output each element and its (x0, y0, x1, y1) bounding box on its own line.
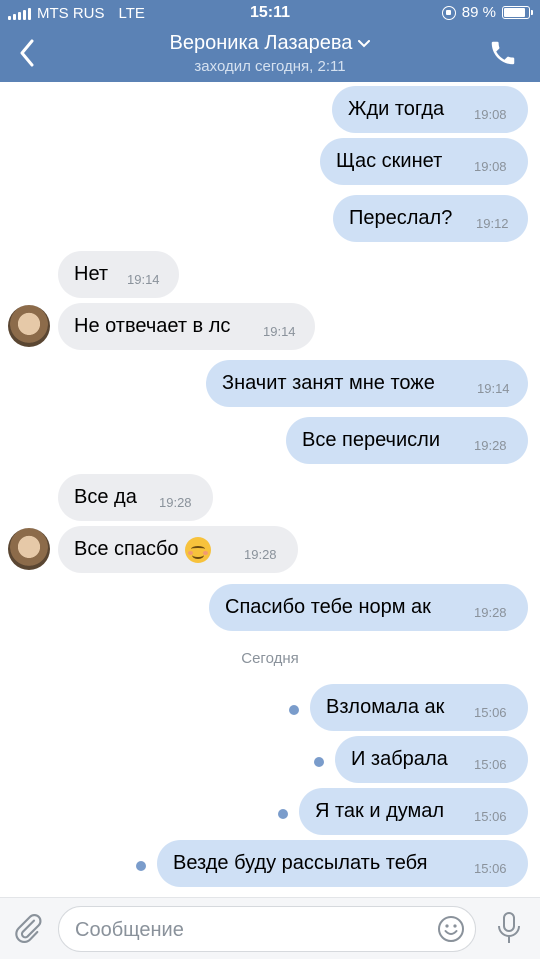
microphone-icon (498, 912, 520, 943)
unread-indicator (289, 705, 299, 715)
message-text: Везде буду рассылать тебя (173, 852, 428, 874)
message-bubble-outgoing[interactable]: Везде буду рассылать тебя 15:06 (157, 840, 528, 887)
message-time: 15:06 (474, 757, 507, 772)
message-text: Все спасбо (74, 538, 179, 560)
message-text: Переслал? (349, 207, 453, 229)
message-time: 19:12 (476, 216, 509, 231)
message-text: Жди тогда (348, 98, 445, 120)
message-text: Значит занят мне тоже (222, 372, 435, 394)
chat-title[interactable]: Вероника Лазарева заходил сегодня, 2:11 (90, 32, 450, 75)
message-text: Нет (74, 263, 109, 285)
attach-button[interactable] (12, 912, 44, 944)
message-time: 19:28 (474, 438, 507, 453)
message-bubble-outgoing[interactable]: Щас скинет 19:08 (320, 138, 528, 185)
phone-icon (491, 41, 515, 65)
message-time: 19:28 (474, 605, 507, 620)
unread-indicator (278, 809, 288, 819)
message-time: 19:28 (159, 495, 192, 510)
message-text: Взломала ак (326, 696, 445, 718)
message-input[interactable]: Сообщение (58, 906, 476, 952)
contact-name: Вероника Лазарева (169, 32, 353, 54)
message-time: 19:14 (263, 324, 296, 339)
message-time: 19:28 (244, 547, 277, 562)
back-button[interactable] (12, 36, 42, 70)
message-time: 19:08 (474, 159, 507, 174)
message-bubble-outgoing[interactable]: Я так и думал 15:06 (299, 788, 528, 835)
composer-bar: Сообщение (0, 897, 540, 959)
unread-indicator (314, 757, 324, 767)
smiling-face-emoji (184, 536, 211, 563)
message-bubble-incoming[interactable]: Все спасбо 19:28 (58, 526, 298, 573)
message-time: 15:06 (474, 809, 507, 824)
message-bubble-incoming[interactable]: Не отвечает в лс 19:14 (58, 303, 315, 350)
status-right: 89 % (441, 4, 533, 21)
message-text: Щас скинет (336, 150, 443, 172)
message-bubble-outgoing[interactable]: Переслал? 19:12 (333, 195, 528, 242)
message-text: Все да (74, 486, 137, 508)
emoji-button[interactable] (437, 915, 465, 943)
message-text: Я так и думал (315, 800, 445, 822)
unread-indicator (136, 861, 146, 871)
top-bar: MTS RUS LTE 15:11 89 % Вероника Лазарева… (0, 0, 540, 82)
message-bubble-incoming[interactable]: Все да 19:28 (58, 474, 213, 521)
message-bubble-outgoing[interactable]: Взломала ак 15:06 (310, 684, 528, 731)
message-text: И забрала (351, 748, 448, 770)
message-bubble-outgoing[interactable]: Все перечисли 19:28 (286, 417, 528, 464)
contact-avatar[interactable] (8, 528, 50, 570)
message-bubble-incoming[interactable]: Нет 19:14 (58, 251, 179, 298)
message-input-placeholder: Сообщение (75, 919, 184, 941)
message-bubble-outgoing[interactable]: Спасибо тебе норм ак 19:28 (209, 584, 528, 631)
message-bubble-outgoing[interactable]: И забрала 15:06 (335, 736, 528, 783)
message-text: Не отвечает в лс (74, 315, 231, 337)
battery-percent: 89 % (461, 4, 496, 21)
message-time: 19:08 (474, 107, 507, 122)
contact-name-row[interactable]: Вероника Лазарева (170, 32, 371, 55)
voice-message-button[interactable] (494, 910, 524, 946)
message-bubble-outgoing[interactable]: Жди тогда 19:08 (332, 86, 528, 133)
emoji-cheek-right (202, 550, 208, 555)
emoji-icon (438, 916, 464, 942)
emoji-cheek-left (187, 550, 193, 555)
message-list[interactable]: Жди тогда 19:08 Щас скинет 19:08 Пересла… (0, 82, 540, 897)
call-button[interactable] (488, 38, 518, 68)
battery-fill (504, 8, 526, 17)
orientation-lock-icon (441, 5, 456, 20)
message-time: 19:14 (127, 272, 160, 287)
message-time: 15:06 (474, 861, 507, 876)
message-text: Все перечисли (302, 429, 440, 451)
paperclip-icon (15, 914, 42, 943)
battery-icon (502, 6, 533, 19)
message-time: 19:14 (477, 381, 510, 396)
nav-bar: Вероника Лазарева заходил сегодня, 2:11 (0, 26, 540, 82)
date-separator: Сегодня (241, 650, 299, 667)
message-text: Спасибо тебе норм ак (225, 596, 431, 618)
message-time: 15:06 (474, 705, 507, 720)
message-bubble-outgoing[interactable]: Значит занят мне тоже 19:14 (206, 360, 528, 407)
last-seen: заходил сегодня, 2:11 (194, 58, 346, 75)
status-bar: MTS RUS LTE 15:11 89 % (0, 0, 540, 26)
contact-avatar[interactable] (8, 305, 50, 347)
chevron-down-icon (358, 39, 371, 47)
chevron-left-icon (20, 39, 34, 67)
